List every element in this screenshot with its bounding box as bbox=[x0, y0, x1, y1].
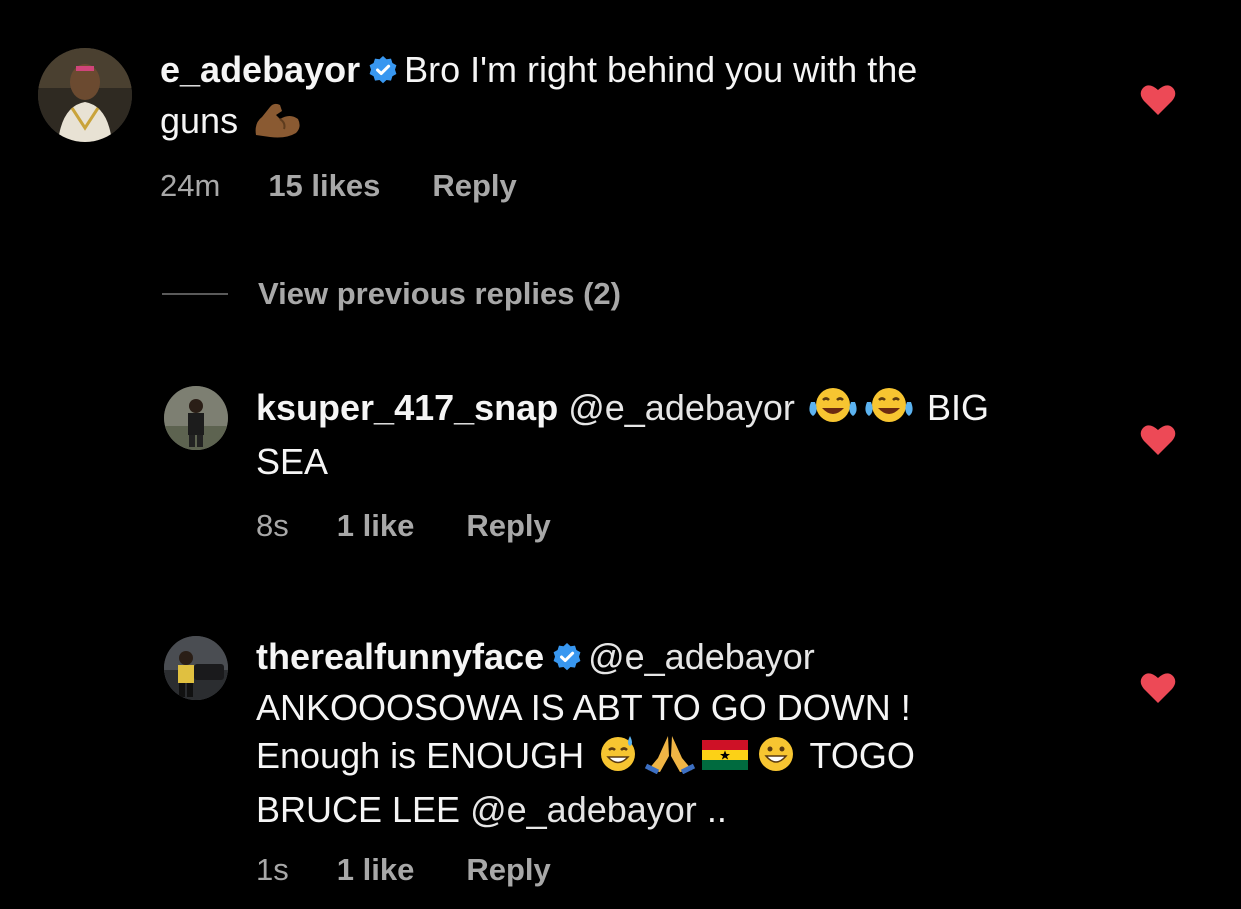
like-heart-icon[interactable] bbox=[1140, 424, 1176, 456]
username[interactable]: therealfunnyface bbox=[256, 636, 544, 677]
view-previous-replies-label: View previous replies (2) bbox=[258, 276, 621, 311]
comment-text-line1: Bro I'm right behind you with the bbox=[404, 49, 918, 90]
folded-hands-icon bbox=[644, 732, 696, 786]
likes-count[interactable]: 1 like bbox=[337, 852, 415, 888]
like-heart-icon[interactable] bbox=[1140, 84, 1176, 116]
comment-body: therealfunnyface @e_adebayor ANKOOOSOWA I… bbox=[256, 633, 1116, 834]
comment-meta: 1s 1 like Reply bbox=[256, 852, 551, 888]
verified-badge-icon bbox=[552, 636, 582, 684]
comment-text-line2: guns bbox=[160, 100, 239, 141]
comment-text-line3-start: Enough is ENOUGH bbox=[256, 735, 585, 776]
avatar[interactable] bbox=[38, 48, 132, 142]
avatar[interactable] bbox=[164, 636, 228, 700]
reply-button[interactable]: Reply bbox=[466, 508, 550, 544]
likes-count[interactable]: 1 like bbox=[337, 508, 415, 544]
username[interactable]: ksuper_417_snap bbox=[256, 387, 558, 428]
avatar[interactable] bbox=[164, 386, 228, 450]
reply-button[interactable]: Reply bbox=[466, 852, 550, 888]
timestamp: 1s bbox=[256, 852, 289, 887]
comment-meta: 8s 1 like Reply bbox=[256, 508, 551, 544]
comment-text-line2: SEA bbox=[256, 441, 329, 482]
comment-text-tail: BIG bbox=[926, 387, 989, 428]
avatar-photo bbox=[164, 386, 228, 450]
grinning-face-icon bbox=[754, 732, 798, 786]
timestamp: 24m bbox=[160, 168, 221, 203]
flexed-biceps-icon bbox=[250, 99, 302, 151]
face-with-tears-of-joy-icon bbox=[863, 384, 915, 438]
comment-body: ksuper_417_snap @e_adebayor BIG SEA bbox=[256, 384, 1116, 486]
reply-button[interactable]: Reply bbox=[432, 168, 516, 204]
likes-count[interactable]: 15 likes bbox=[268, 168, 380, 204]
verified-badge-icon bbox=[368, 49, 398, 97]
mention-link[interactable]: @e_adebayor bbox=[568, 387, 795, 428]
face-with-tears-of-joy-icon bbox=[807, 384, 859, 438]
avatar-photo bbox=[38, 48, 132, 142]
timestamp: 8s bbox=[256, 508, 289, 543]
divider-line bbox=[162, 293, 228, 295]
username[interactable]: e_adebayor bbox=[160, 49, 360, 90]
avatar-photo bbox=[164, 636, 228, 700]
flag-ghana-icon bbox=[700, 734, 750, 786]
grinning-face-with-sweat-icon bbox=[596, 732, 640, 786]
comment-text-line4-end: .. bbox=[706, 789, 727, 830]
view-previous-replies-button[interactable]: View previous replies (2) bbox=[162, 276, 621, 312]
comment-text-line3-end: TOGO bbox=[809, 735, 915, 776]
comment-text-line4-start: BRUCE LEE bbox=[256, 789, 461, 830]
comment-body: e_adebayor Bro I'm right behind you with … bbox=[160, 46, 1100, 151]
comment-text-line2: ANKOOOSOWA IS ABT TO GO DOWN ! bbox=[256, 687, 911, 728]
mention-link[interactable]: @e_adebayor bbox=[588, 636, 815, 677]
mention-link[interactable]: @e_adebayor bbox=[470, 789, 697, 830]
like-heart-icon[interactable] bbox=[1140, 672, 1176, 704]
comment-meta: 24m 15 likes Reply bbox=[160, 168, 517, 204]
